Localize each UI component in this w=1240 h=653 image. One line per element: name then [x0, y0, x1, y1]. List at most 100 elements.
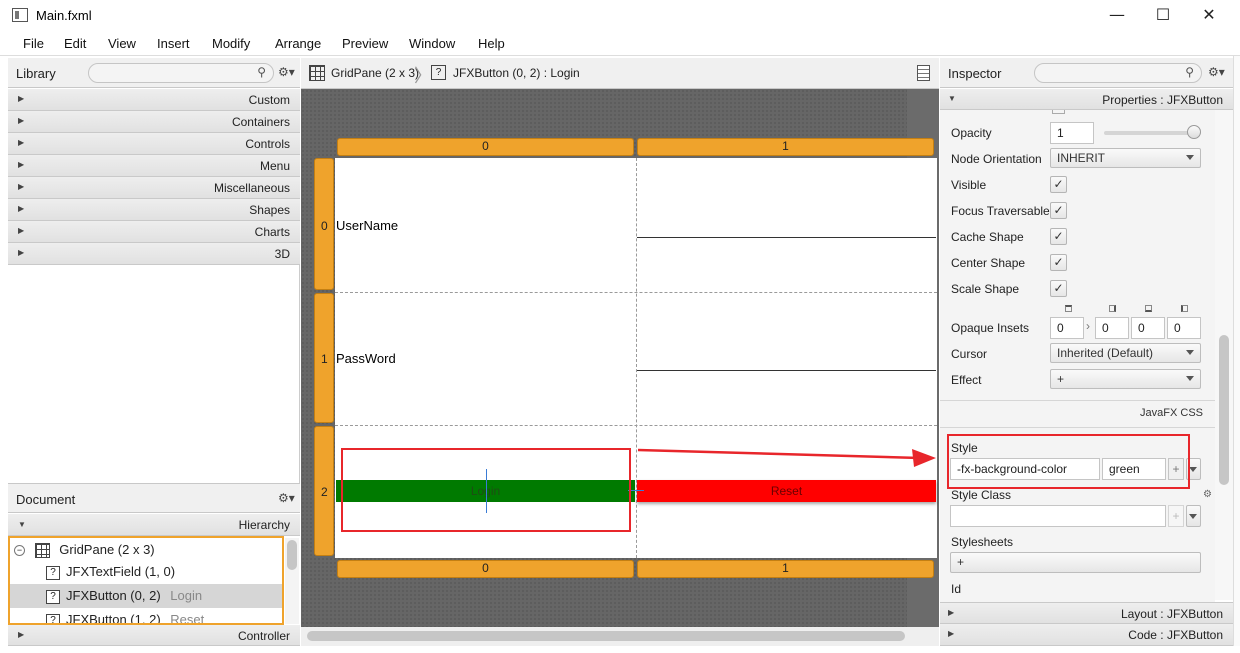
- scale-shape-label: Scale Shape: [951, 282, 1020, 296]
- expand-arrow-icon: ▶: [18, 226, 25, 235]
- document-title: Document: [16, 492, 76, 507]
- menu-file[interactable]: File: [23, 36, 44, 51]
- column-footer-0[interactable]: 0: [337, 560, 634, 578]
- left-margin: [0, 56, 8, 653]
- password-label[interactable]: PassWord: [336, 351, 396, 366]
- canvas-horizontal-scrollbar[interactable]: [301, 627, 939, 646]
- username-label[interactable]: UserName: [336, 218, 398, 233]
- tree-item-reset-button[interactable]: ? JFXButton (1, 2) Reset: [46, 612, 204, 623]
- style-class-field[interactable]: [950, 505, 1166, 527]
- opacity-slider-thumb[interactable]: [1187, 125, 1201, 139]
- opaque-inset-right-field[interactable]: 0: [1095, 317, 1129, 339]
- inspector-search-input[interactable]: ⚲: [1034, 63, 1202, 83]
- inspector-scrollbar[interactable]: [1215, 110, 1233, 600]
- expand-arrow-icon: ▶: [18, 138, 25, 147]
- menu-window[interactable]: Window: [409, 36, 455, 51]
- library-search-input[interactable]: ⚲: [88, 63, 274, 83]
- row-header-0[interactable]: 0: [314, 158, 334, 290]
- library-category-miscellaneous[interactable]: ▶ Miscellaneous: [8, 177, 300, 199]
- inspector-scroll-thumb[interactable]: [1219, 335, 1229, 485]
- opacity-slider-track[interactable]: [1104, 131, 1196, 135]
- dropdown-arrow-icon: [1186, 376, 1194, 381]
- center-shape-label: Center Shape: [951, 256, 1026, 270]
- hierarchy-scrollbar[interactable]: [285, 538, 299, 624]
- layout-section-header[interactable]: ▶ Layout : JFXButton: [940, 602, 1233, 624]
- breadcrumb-root[interactable]: GridPane (2 x 3): [331, 66, 419, 80]
- opaque-inset-bottom-field[interactable]: 0: [1131, 317, 1165, 339]
- node-orientation-select[interactable]: INHERIT: [1050, 148, 1201, 168]
- menu-preview[interactable]: Preview: [342, 36, 388, 51]
- gridpane-icon: [34, 543, 50, 559]
- center-shape-checkbox[interactable]: ✓: [1050, 254, 1067, 271]
- annotation-box-login: [341, 448, 631, 532]
- effect-select[interactable]: +: [1050, 369, 1201, 389]
- library-category-shapes[interactable]: ▶ Shapes: [8, 199, 300, 221]
- expand-arrow-icon: ▶: [18, 94, 25, 103]
- cursor-select[interactable]: Inherited (Default): [1050, 343, 1201, 363]
- app-icon: [12, 8, 28, 22]
- menu-arrange[interactable]: Arrange: [275, 36, 321, 51]
- style-class-menu-button[interactable]: [1186, 505, 1201, 527]
- column-header-0[interactable]: 0: [337, 138, 634, 156]
- library-category-menu[interactable]: ▶ Menu: [8, 155, 300, 177]
- tree-item-textfield[interactable]: ? JFXTextField (1, 0): [46, 564, 175, 580]
- menu-help[interactable]: Help: [478, 36, 505, 51]
- library-category-charts[interactable]: ▶ Charts: [8, 221, 300, 243]
- expand-arrow-icon: ▶: [948, 608, 955, 617]
- focus-traversable-checkbox[interactable]: ✓: [1050, 202, 1067, 219]
- css-divider: [940, 427, 1215, 428]
- stylesheets-add-button[interactable]: +: [950, 552, 1201, 573]
- bottom-edge: [0, 646, 1240, 653]
- library-category-3d[interactable]: ▶ 3D: [8, 243, 300, 265]
- tree-item-gridpane[interactable]: − GridPane (2 x 3): [14, 542, 155, 559]
- cache-shape-checkbox[interactable]: ✓: [1050, 228, 1067, 245]
- opaque-inset-left-field[interactable]: 0: [1167, 317, 1201, 339]
- library-category-containers[interactable]: ▶ Containers: [8, 111, 300, 133]
- column-footer-1[interactable]: 1: [637, 560, 934, 578]
- menu-edit[interactable]: Edit: [64, 36, 86, 51]
- visible-checkbox[interactable]: ✓: [1050, 176, 1067, 193]
- hierarchy-tree: − GridPane (2 x 3) ? JFXTextField (1, 0) …: [8, 536, 284, 625]
- style-class-add-button[interactable]: +: [1168, 505, 1184, 527]
- menu-modify[interactable]: Modify: [212, 36, 250, 51]
- dropdown-arrow-icon: [1189, 467, 1197, 472]
- controller-section[interactable]: ▶ Controller: [8, 625, 300, 646]
- opaque-inset-top-field[interactable]: 0: [1050, 317, 1084, 339]
- hierarchy-scroll-thumb[interactable]: [287, 540, 297, 570]
- document-settings-gear-icon[interactable]: ⚙▾: [278, 491, 295, 505]
- scale-shape-checkbox[interactable]: ✓: [1050, 280, 1067, 297]
- library-category-controls[interactable]: ▶ Controls: [8, 133, 300, 155]
- document-header: Document ⚙▾: [8, 483, 300, 513]
- properties-section-header[interactable]: ▼ Properties : JFXButton: [940, 89, 1233, 110]
- document-icon[interactable]: [917, 65, 930, 81]
- expand-arrow-icon: ▶: [948, 629, 955, 638]
- link-arrow-icon[interactable]: ›: [1086, 319, 1090, 333]
- code-section-header[interactable]: ▶ Code : JFXButton: [940, 624, 1233, 646]
- password-textfield[interactable]: [637, 370, 936, 371]
- gridpane-icon: [309, 65, 325, 81]
- collapse-icon[interactable]: −: [14, 545, 25, 557]
- id-label: Id: [951, 582, 962, 596]
- opacity-field[interactable]: 1: [1050, 122, 1094, 144]
- style-class-gear-icon[interactable]: ⚙: [1203, 489, 1212, 500]
- library-settings-gear-icon[interactable]: ⚙▾: [278, 65, 295, 79]
- row-header-2[interactable]: 2: [314, 426, 334, 556]
- canvas-scroll-thumb[interactable]: [307, 631, 905, 641]
- column-header-1[interactable]: 1: [637, 138, 934, 156]
- menu-view[interactable]: View: [108, 36, 136, 51]
- username-textfield[interactable]: [637, 237, 936, 238]
- minimize-button[interactable]: —: [1094, 0, 1140, 32]
- reset-button[interactable]: Reset: [637, 480, 936, 502]
- hierarchy-section[interactable]: ▼ Hierarchy: [8, 514, 300, 536]
- library-category-custom[interactable]: ▶ Custom: [8, 89, 300, 111]
- breadcrumb-separator-icon: 〉: [414, 66, 432, 86]
- menu-insert[interactable]: Insert: [157, 36, 190, 51]
- inset-top-icon: [1065, 305, 1072, 312]
- breadcrumb-current[interactable]: JFXButton (0, 2) : Login: [453, 66, 580, 80]
- annotation-box-style: [947, 434, 1190, 489]
- close-button[interactable]: ✕: [1186, 0, 1232, 32]
- maximize-button[interactable]: ☐: [1140, 0, 1186, 32]
- inspector-settings-gear-icon[interactable]: ⚙▾: [1208, 65, 1225, 79]
- row-header-1[interactable]: 1: [314, 293, 334, 423]
- tree-item-login-button[interactable]: ? JFXButton (0, 2) Login: [46, 588, 202, 604]
